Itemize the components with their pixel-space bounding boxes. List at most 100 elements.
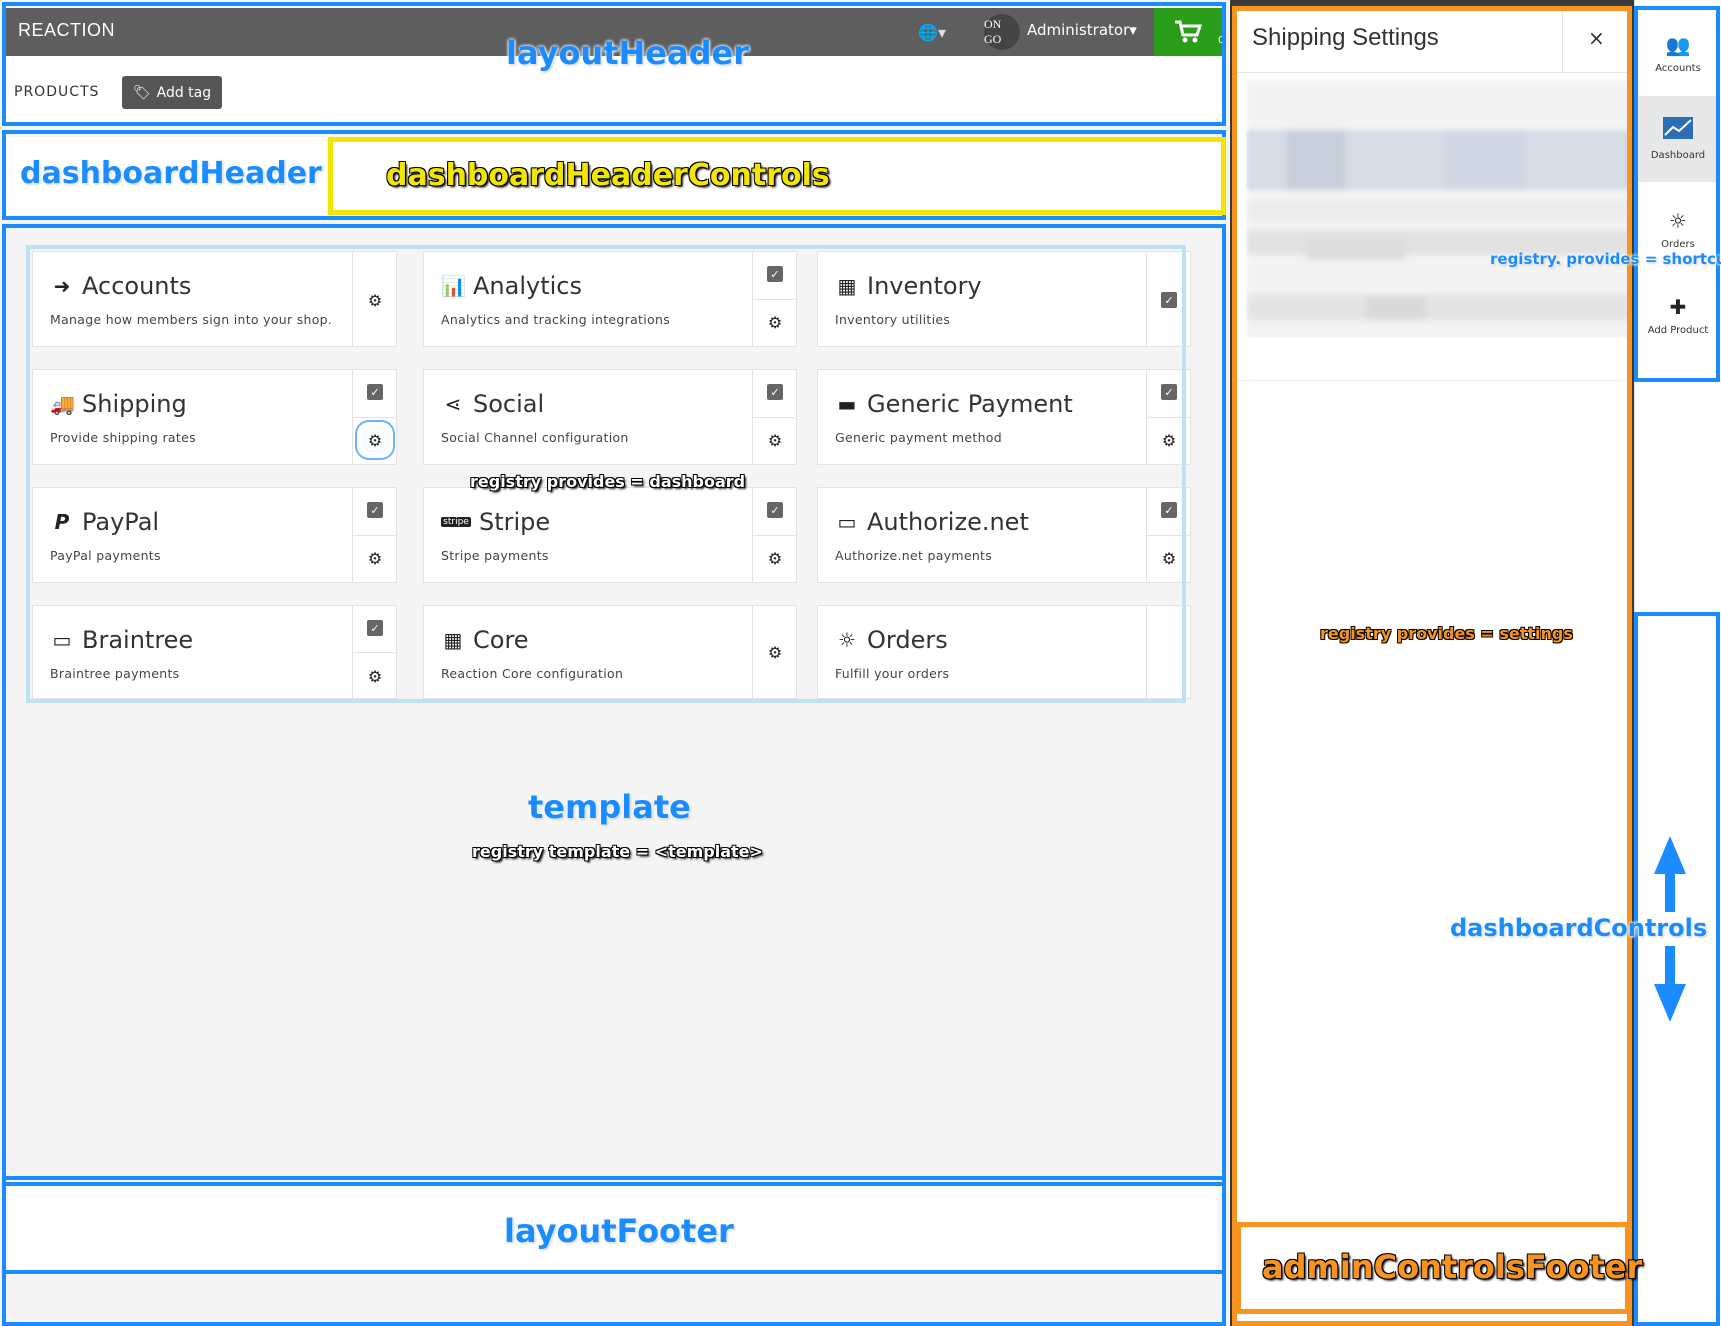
package-card-social[interactable]: ⋖ Social Social Channel configuration ✓ ⚙ (423, 369, 797, 465)
cart-button[interactable] (1154, 8, 1222, 56)
card-title: Braintree (82, 626, 194, 654)
package-card-inventory[interactable]: ▦ Inventory Inventory utilities ✓ (817, 251, 1191, 347)
enabled-checkbox[interactable]: ✓ (767, 266, 783, 282)
avatar[interactable]: ON GO (984, 14, 1020, 50)
card-title: PayPal (82, 508, 160, 536)
package-card-core[interactable]: ▦ Core Reaction Core configuration ⚙ (423, 605, 797, 699)
tags-icon: 🏷 (132, 84, 151, 101)
package-card-paypal[interactable]: P PayPal PayPal payments ✓ ⚙ (32, 487, 397, 583)
sun-icon: ☼ (838, 628, 856, 652)
card-title: Core (473, 626, 529, 654)
language-dropdown[interactable]: 🌐▾ (914, 18, 950, 46)
gear-icon[interactable]: ⚙ (355, 420, 395, 460)
divider (1234, 72, 1632, 73)
enabled-checkbox[interactable]: ✓ (367, 384, 383, 400)
truck-icon: 🚚 (50, 392, 75, 416)
shortcut-label: Add Product (1647, 324, 1709, 336)
card-description: Braintree payments (50, 666, 180, 681)
gear-icon[interactable]: ⚙ (767, 549, 783, 568)
card-controls: ✓ ⚙ (1146, 488, 1190, 582)
annotation-dashboard-header: dashboardHeader (20, 156, 322, 191)
card-title: Generic Payment (867, 390, 1073, 418)
enabled-checkbox[interactable]: ✓ (1161, 502, 1177, 518)
card-description: Reaction Core configuration (441, 666, 624, 681)
annotation-dashboard-header-controls: dashboardHeaderControls (386, 158, 830, 193)
sign-in-icon: ➜ (53, 274, 71, 298)
package-card-stripe[interactable]: stripe Stripe Stripe payments ✓ ⚙ (423, 487, 797, 583)
package-card-generic-payment[interactable]: ▬ Generic Payment Generic payment method … (817, 369, 1191, 465)
stripe-icon: stripe (441, 517, 471, 527)
credit-card-icon: ▭ (837, 510, 857, 534)
card-controls: ✓ ⚙ (352, 606, 396, 698)
card-title: Accounts (82, 272, 192, 300)
package-card-shipping[interactable]: 🚚 Shipping Provide shipping rates ✓ ⚙ (32, 369, 397, 465)
shortcut-add-product[interactable]: ✚ Add Product (1636, 272, 1720, 358)
add-tag-button[interactable]: 🏷 Add tag (122, 76, 222, 109)
card-controls (1146, 606, 1190, 698)
chart-area-icon (1663, 117, 1693, 144)
products-link[interactable]: PRODUCTS (14, 84, 99, 100)
paypal-icon: P (54, 510, 70, 534)
card-description: Stripe payments (441, 548, 549, 563)
annotation-layout-header: layoutHeader (506, 34, 749, 72)
package-card-orders[interactable]: ☼ Orders Fulfill your orders (817, 605, 1191, 699)
package-card-analytics[interactable]: 📊 Analytics Analytics and tracking integr… (423, 251, 797, 347)
annotation-registry-dashboard: registry provides = dashboard (470, 472, 746, 491)
card-description: Authorize.net payments (835, 548, 993, 563)
language-icon: 🌐▾ (918, 22, 946, 42)
sun-icon: ☼ (1669, 208, 1687, 233)
gear-icon[interactable]: ⚙ (767, 643, 783, 662)
enabled-checkbox[interactable]: ✓ (1161, 292, 1177, 308)
enabled-checkbox[interactable]: ✓ (1161, 384, 1177, 400)
blurred-content-image (1246, 80, 1632, 338)
card-controls: ⚙ (352, 252, 396, 346)
close-icon[interactable]: × (1588, 26, 1605, 50)
annotation-registry-template: registry template = <template> (472, 842, 763, 861)
package-card-accounts[interactable]: ➜ Accounts Manage how members sign into y… (32, 251, 397, 347)
enabled-checkbox[interactable]: ✓ (367, 620, 383, 636)
grid-icon: ▦ (443, 628, 463, 652)
add-tag-label: Add tag (156, 84, 212, 101)
gear-icon[interactable]: ⚙ (1161, 431, 1177, 450)
enabled-checkbox[interactable]: ✓ (367, 502, 383, 518)
share-icon: ⋖ (444, 392, 462, 416)
package-card-authorize-net[interactable]: ▭ Authorize.net Authorize.net payments ✓ … (817, 487, 1191, 583)
divider (1234, 380, 1632, 381)
settings-title: Shipping Settings (1252, 24, 1439, 51)
credit-card-icon: ▭ (52, 628, 72, 652)
package-card-braintree[interactable]: ▭ Braintree Braintree payments ✓ ⚙ (32, 605, 397, 699)
user-menu[interactable]: Administrator▾ (1027, 21, 1137, 39)
shortcut-dashboard[interactable]: Dashboard (1636, 96, 1720, 182)
credit-card-icon: ▬ (837, 392, 857, 416)
card-title: Shipping (82, 390, 187, 418)
annotation-layout-footer: layoutFooter (504, 1212, 734, 1250)
card-controls: ✓ ⚙ (752, 370, 796, 464)
gear-icon[interactable]: ⚙ (367, 291, 383, 310)
card-description: Social Channel configuration (441, 430, 629, 445)
shortcut-label: Orders (1661, 238, 1695, 250)
gear-icon[interactable]: ⚙ (367, 549, 383, 568)
brand-logo[interactable]: REACTION (18, 20, 115, 41)
card-description: Inventory utilities (835, 312, 951, 327)
shortcut-label: Dashboard (1650, 150, 1706, 161)
gear-icon[interactable]: ⚙ (767, 313, 783, 332)
card-title: Stripe (479, 508, 551, 536)
card-title: Social (473, 390, 545, 418)
card-description: Generic payment method (835, 430, 1002, 445)
gear-icon[interactable]: ⚙ (367, 667, 383, 686)
annotation-registry-shortcuts: registry. provides = shortcuts (1490, 250, 1721, 268)
gear-icon[interactable]: ⚙ (1161, 549, 1177, 568)
card-title: Orders (867, 626, 948, 654)
annotation-admin-controls-footer: adminControlsFooter (1262, 1248, 1643, 1286)
enabled-checkbox[interactable]: ✓ (767, 384, 783, 400)
enabled-checkbox[interactable]: ✓ (767, 502, 783, 518)
card-description: Analytics and tracking integrations (441, 312, 671, 327)
cart-count: 0 (1218, 35, 1225, 46)
shortcut-accounts[interactable]: 👥 Accounts (1636, 10, 1720, 96)
shortcut-label: Accounts (1655, 62, 1701, 74)
card-controls: ✓ ⚙ (352, 488, 396, 582)
gear-icon[interactable]: ⚙ (767, 431, 783, 450)
card-title: Inventory (867, 272, 982, 300)
card-controls: ✓ (1146, 252, 1190, 346)
card-description: Provide shipping rates (50, 430, 196, 445)
